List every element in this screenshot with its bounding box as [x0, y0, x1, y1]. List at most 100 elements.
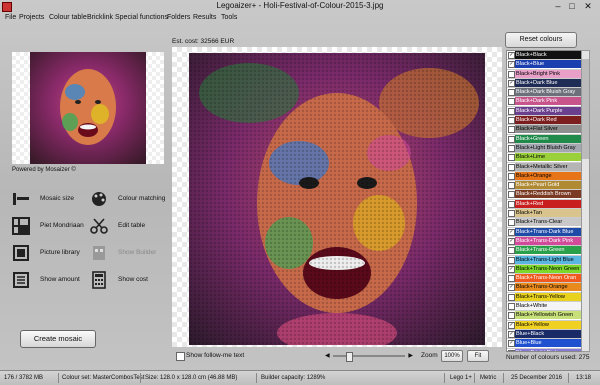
menu-file[interactable]: File: [5, 12, 16, 23]
colour-checkbox[interactable]: ✓: [508, 340, 515, 348]
colour-row[interactable]: Black+Orange: [507, 171, 581, 182]
minimize-icon[interactable]: –: [552, 1, 564, 11]
colour-row[interactable]: Black+Lime: [507, 153, 581, 163]
colour-row[interactable]: ✓ Black+Blue: [507, 60, 581, 70]
colour-row[interactable]: Black+Green: [507, 134, 581, 144]
colour-row[interactable]: Black+Pearl Gold: [507, 181, 581, 191]
colour-checkbox[interactable]: [508, 126, 515, 134]
colour-checkbox[interactable]: [508, 172, 515, 180]
colour-checkbox[interactable]: [508, 200, 515, 208]
colour-swatch-label: Black+Green: [515, 134, 581, 143]
colour-row[interactable]: ✓ Black+Black: [507, 51, 581, 61]
colour-checkbox[interactable]: [508, 107, 515, 115]
colour-row[interactable]: Black+Dark Bluish Gray: [507, 88, 581, 98]
colour-row[interactable]: Black+White: [507, 302, 581, 312]
colour-checkbox[interactable]: ✓: [508, 321, 515, 329]
colour-row[interactable]: Black+Light Bluish Gray: [507, 143, 581, 154]
colour-row[interactable]: ✓ Black+Trans-Dark Blue: [507, 227, 581, 237]
colour-checkbox[interactable]: [508, 219, 515, 227]
colour-row[interactable]: ✓ Blue+Blue: [507, 339, 581, 349]
colour-checkbox[interactable]: [508, 349, 515, 351]
scrollbar-thumb[interactable]: [582, 59, 589, 159]
show-builder-button: Show Builder: [90, 244, 170, 264]
colour-row[interactable]: Black+Red: [507, 199, 581, 210]
show-amount-button[interactable]: Show amount: [12, 271, 82, 291]
colour-checkbox[interactable]: [508, 247, 515, 255]
colour-row[interactable]: Black+Trans-Clear: [507, 218, 581, 228]
colour-matching-button[interactable]: Colour matching: [90, 190, 170, 210]
colour-checkbox[interactable]: [508, 182, 515, 190]
colour-checkbox[interactable]: [508, 303, 515, 311]
colour-row[interactable]: Black+Dark Pink: [507, 97, 581, 107]
menu-tools[interactable]: Tools: [221, 12, 237, 23]
colour-row[interactable]: Black+Trans-Neon Oran: [507, 274, 581, 284]
colour-checkbox[interactable]: ✓: [508, 52, 515, 59]
colour-checkbox[interactable]: ✓: [508, 265, 515, 273]
colour-checkbox[interactable]: [508, 89, 515, 97]
zoom-100-button[interactable]: 100%: [441, 350, 463, 362]
colour-checkbox[interactable]: [508, 98, 515, 106]
reset-colours-button[interactable]: Reset colours: [505, 32, 577, 48]
colour-row[interactable]: ✓ Black+Yellow: [507, 320, 581, 330]
colour-checkbox[interactable]: [508, 144, 515, 152]
colour-checkbox[interactable]: [508, 154, 515, 162]
colour-checkbox[interactable]: [508, 117, 515, 125]
colour-checkbox[interactable]: ✓: [508, 284, 515, 292]
mosaic-canvas[interactable]: [172, 47, 502, 347]
piet-mondriaan-button[interactable]: Piet Mondriaan: [12, 217, 84, 237]
colour-checkbox[interactable]: [508, 210, 515, 218]
show-cost-button[interactable]: Show cost: [90, 271, 170, 291]
menu-folders[interactable]: Folders: [167, 12, 190, 23]
colour-row[interactable]: Blue+Bright Pink: [507, 348, 581, 351]
colour-row[interactable]: Black+Trans-Green: [507, 246, 581, 256]
chevron-right-icon[interactable]: ▶: [408, 352, 413, 360]
zoom-slider[interactable]: ◀ ▶: [325, 352, 413, 362]
zoom-fit-button[interactable]: Fit: [467, 350, 489, 362]
colour-checkbox[interactable]: [508, 191, 515, 199]
colour-row[interactable]: Black+Dark Purple: [507, 106, 581, 117]
close-icon[interactable]: ✕: [582, 1, 594, 11]
edit-table-button[interactable]: Edit table: [90, 217, 170, 237]
colour-row[interactable]: ✓ Black+Dark Blue: [507, 78, 581, 89]
app-icon[interactable]: [2, 2, 12, 12]
menu-projects[interactable]: Projects: [19, 12, 44, 23]
colour-checkbox[interactable]: [508, 293, 515, 301]
colour-row[interactable]: ✓ Black+Trans-Orange: [507, 283, 581, 293]
colour-row[interactable]: Black+Dark Red: [507, 116, 581, 126]
colour-checkbox[interactable]: ✓: [508, 61, 515, 69]
colour-checkbox[interactable]: [508, 135, 515, 143]
picture-library-button[interactable]: Picture library: [12, 244, 82, 264]
colour-row[interactable]: Black+Bright Pink: [507, 69, 581, 79]
slider-thumb[interactable]: [346, 352, 354, 362]
colour-row[interactable]: Black+Tan: [507, 209, 581, 219]
colour-row[interactable]: ✓ Black+Trans-Neon Green: [507, 264, 581, 275]
create-mosaic-button[interactable]: Create mosaic: [20, 330, 96, 348]
colour-row[interactable]: Black+Metallic Silver: [507, 162, 581, 172]
menu-bricklink[interactable]: Bricklink: [87, 12, 113, 23]
colour-list-scrollbar[interactable]: [581, 50, 590, 352]
colour-row[interactable]: ✓ Black+Trans-Dark Pink: [507, 236, 581, 247]
chevron-left-icon[interactable]: ◀: [325, 352, 330, 360]
maximize-icon[interactable]: □: [566, 1, 578, 11]
colour-row[interactable]: Black+Yellowish Green: [507, 311, 581, 321]
colour-row[interactable]: Black+Trans-Light Blue: [507, 255, 581, 265]
colour-checkbox[interactable]: ✓: [508, 237, 515, 245]
colour-checkbox[interactable]: ✓: [508, 228, 515, 236]
colour-checkbox[interactable]: [508, 312, 515, 320]
colour-row[interactable]: Black+Reddish Brown: [507, 190, 581, 200]
colour-checkbox[interactable]: [508, 275, 515, 283]
colour-row[interactable]: ✓ Blue+Black: [507, 329, 581, 340]
colour-checkbox[interactable]: ✓: [508, 330, 515, 338]
colour-checkbox[interactable]: ✓: [508, 79, 515, 87]
menu-colour-table[interactable]: Colour table: [49, 12, 87, 23]
menu-special-functions[interactable]: Special functions: [115, 12, 168, 23]
follow-me-checkbox[interactable]: [176, 352, 185, 361]
colour-row[interactable]: Black+Flat Silver: [507, 125, 581, 135]
colour-checkbox[interactable]: [508, 163, 515, 171]
menu-results[interactable]: Results: [193, 12, 216, 23]
mosaic-size-button[interactable]: Mosaic size: [12, 190, 82, 210]
colour-checkbox[interactable]: [508, 256, 515, 264]
colour-checkbox[interactable]: [508, 70, 515, 78]
colour-list[interactable]: ✓ Black+Black ✓ Black+Blue Black+Bright Pink…: [506, 50, 582, 352]
colour-row[interactable]: Black+Trans-Yellow: [507, 292, 581, 303]
